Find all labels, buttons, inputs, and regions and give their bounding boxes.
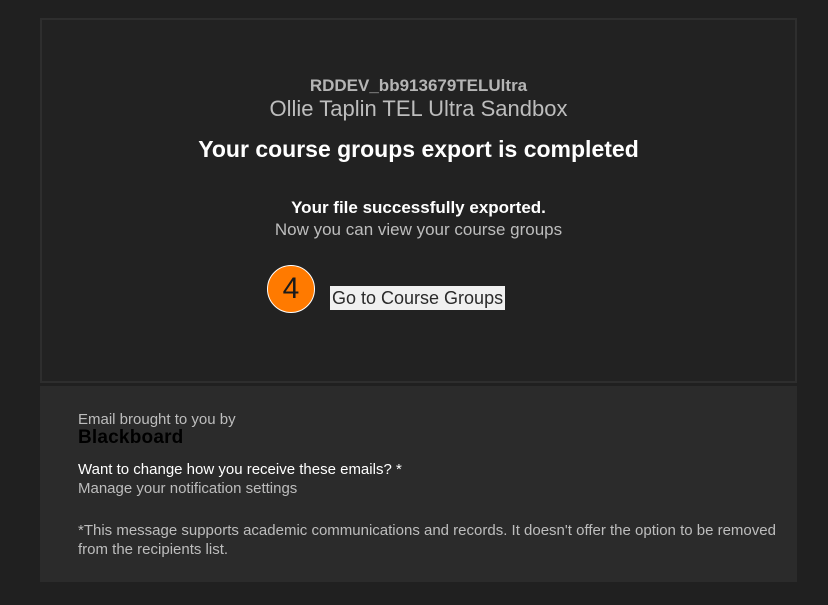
blackboard-logo: Blackboard [78,427,184,448]
manage-notification-settings-link[interactable]: Manage your notification settings [78,480,297,497]
email-page: RDDEV_bb913679TELUltra Ollie Taplin TEL … [0,0,828,605]
go-to-course-groups-button[interactable]: Go to Course Groups [330,286,506,310]
disclaimer-text: *This message supports academic communic… [78,522,776,558]
brought-by-text: Email brought to you by [78,411,236,428]
course-code: RDDEV_bb913679TELUltra [309,76,528,95]
export-headline: Your course groups export is completed [198,136,639,162]
change-emails-question: Want to change how you receive these ema… [78,461,402,478]
step-badge: 4 [267,265,315,313]
success-message: Your file successfully exported. [291,198,546,217]
course-name: Ollie Taplin TEL Ultra Sandbox [269,96,568,121]
notification-card: RDDEV_bb913679TELUltra Ollie Taplin TEL … [40,18,797,383]
sub-message: Now you can view your course groups [274,220,563,239]
email-footer: Email brought to you by Blackboard Want … [40,386,797,582]
